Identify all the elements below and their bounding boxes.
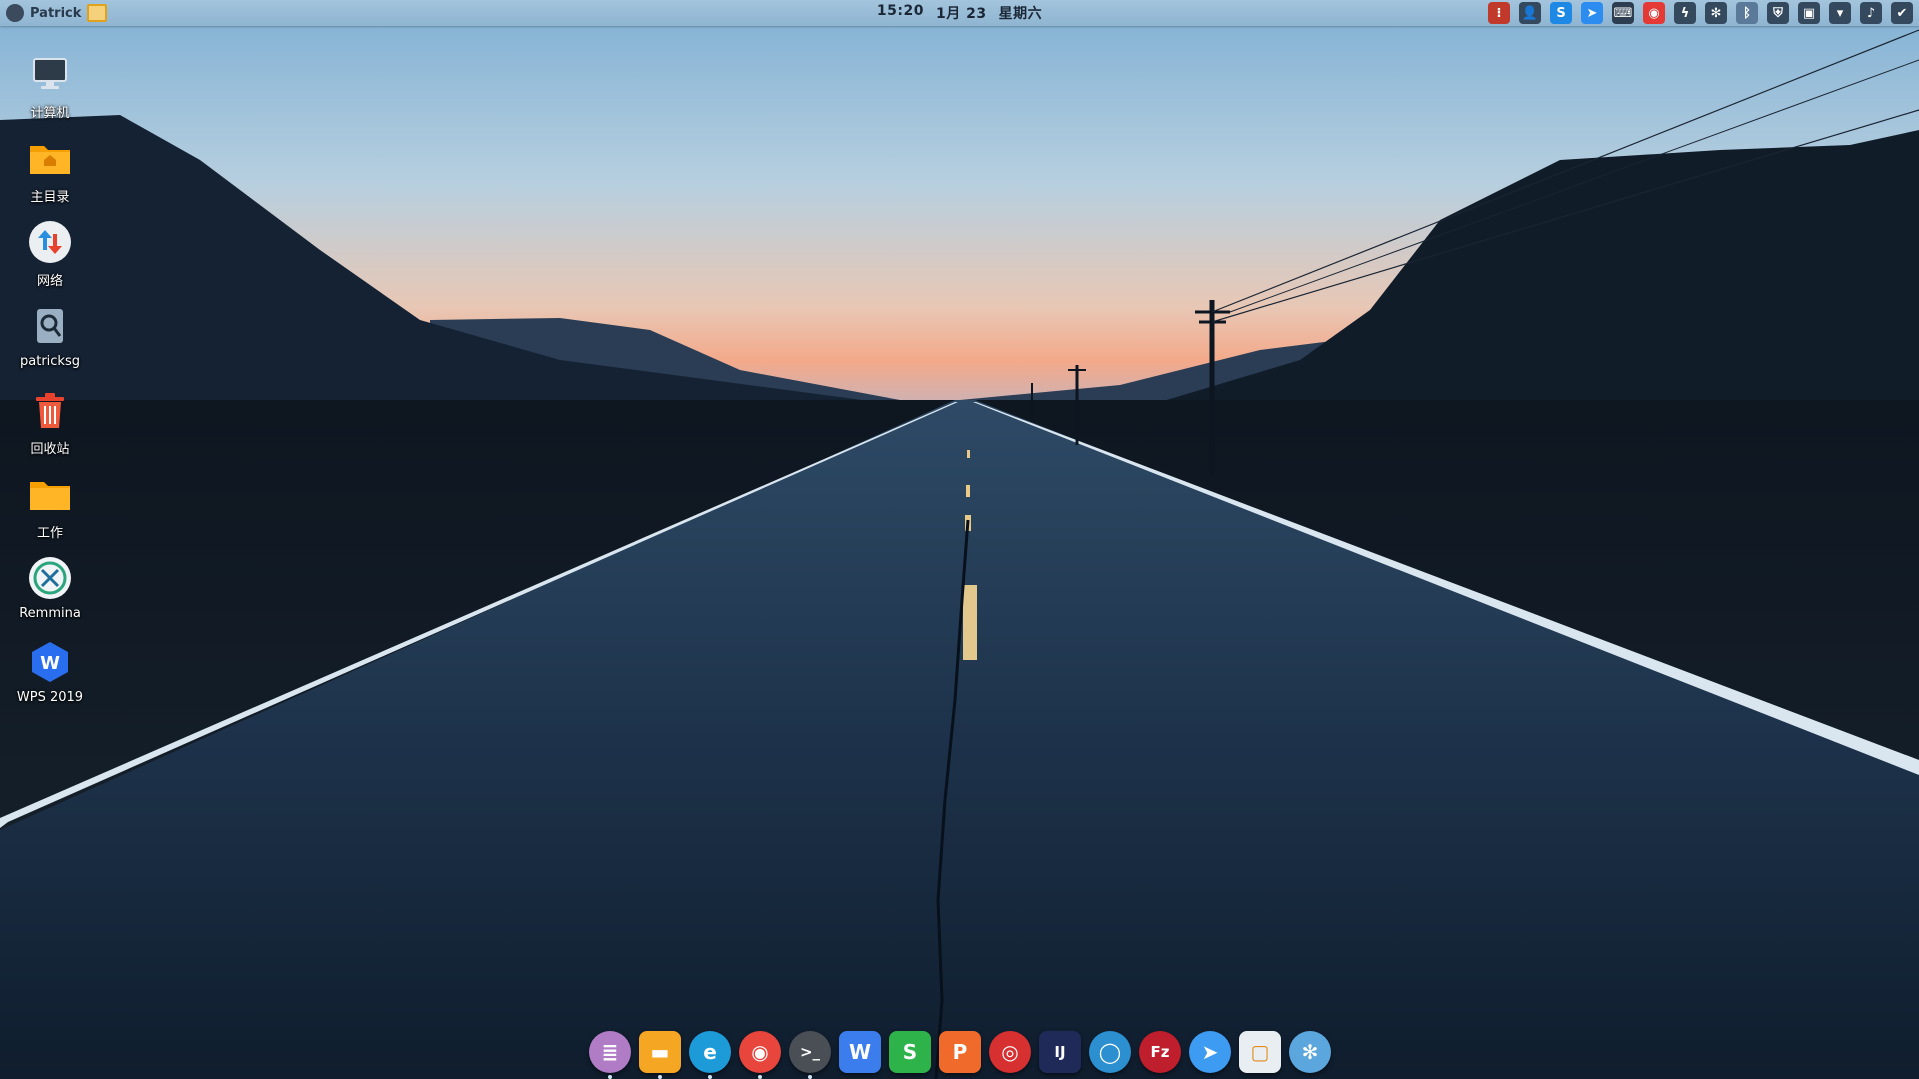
dock-wps-presentation-icon[interactable]: P	[939, 1031, 981, 1073]
desktop-icon-work-folder[interactable]: 工作	[8, 470, 92, 554]
running-indicator	[608, 1075, 612, 1079]
dock-filezilla-icon[interactable]: Fz	[1139, 1031, 1181, 1073]
desktop-icon-label: 工作	[36, 526, 63, 541]
desktop-icon-trash[interactable]: 回收站	[8, 386, 92, 470]
remmina-icon	[26, 554, 74, 602]
user-account-icon[interactable]: 👤	[1519, 2, 1541, 24]
dock-edge-dev-icon[interactable]: e	[689, 1031, 731, 1079]
desktop-icon-label: 主目录	[30, 190, 70, 205]
folder-icon	[26, 470, 74, 518]
bluetooth-icon[interactable]: ᛒ	[1736, 2, 1758, 24]
desktop-icon-home-folder[interactable]: 主目录	[8, 134, 92, 218]
dock-terminal-icon[interactable]: >_	[789, 1031, 831, 1079]
keyboard-layout-icon[interactable]: ⌨	[1612, 2, 1634, 24]
dock-feishu-icon[interactable]: ➤	[1189, 1031, 1231, 1073]
system-tray: ⁝ 👤 S ➤ ⌨ ◉ ϟ ✻ ᛒ ⛨ ▣ ▾ ♪ ✔	[1488, 0, 1913, 26]
desktop-icon-label: Remmina	[19, 606, 81, 621]
dock-wps-spreadsheet-icon[interactable]: S	[889, 1031, 931, 1073]
home-folder-icon	[26, 134, 74, 182]
app-menu-icon[interactable]	[6, 4, 24, 22]
running-indicator	[708, 1075, 712, 1079]
dock-pinwheel-icon[interactable]: ✻	[1289, 1031, 1331, 1073]
feishu-tray-icon[interactable]: ➤	[1581, 2, 1603, 24]
bolt-icon[interactable]: ϟ	[1674, 2, 1696, 24]
dock-wps-writer-icon[interactable]: W	[839, 1031, 881, 1073]
search-file-icon	[26, 302, 74, 350]
workspace-indicator-icon[interactable]	[87, 4, 108, 22]
desktop-icon-network[interactable]: 网络	[8, 218, 92, 302]
dock-intellij-idea-icon[interactable]: IJ	[1039, 1031, 1081, 1073]
dock: ≣ ▬ e ◉ >_ W S P ◎ IJ ◯ Fz ➤ ▢ ✻	[589, 1027, 1331, 1079]
dock-files-icon[interactable]: ▬	[639, 1031, 681, 1079]
desktop-icon-remmina[interactable]: Remmina	[8, 554, 92, 638]
skype-icon[interactable]: S	[1550, 2, 1572, 24]
dock-text-editor-icon[interactable]: ≣	[589, 1031, 631, 1079]
pinwheel-tray-icon[interactable]: ✻	[1705, 2, 1727, 24]
shield-icon[interactable]: ⛨	[1767, 2, 1789, 24]
clock-date: 1月 23	[935, 6, 987, 22]
desktop-icon-label: 计算机	[30, 106, 70, 121]
svg-text:W: W	[40, 653, 60, 674]
music-note-icon[interactable]: ♪	[1860, 2, 1882, 24]
clock-time: 15:20	[876, 3, 924, 19]
top-panel: Patrick 15:20 1月 23 星期六 ⁝ 👤 S ➤ ⌨ ◉ ϟ ✻ ᛒ ⛨ ▣ ▾ ♪ ✔	[0, 0, 1919, 26]
wifi-icon[interactable]: ▾	[1829, 2, 1851, 24]
clock[interactable]: 15:20 1月 23 星期六	[877, 3, 1042, 23]
running-indicator	[658, 1075, 662, 1079]
dock-color-app-icon[interactable]: ◯	[1089, 1031, 1131, 1073]
dock-netease-music-icon[interactable]: ◎	[989, 1031, 1031, 1073]
desktop-icon-wps-2019[interactable]: W WPS 2019	[8, 638, 92, 722]
running-indicator	[758, 1075, 762, 1079]
network-arrows-icon	[26, 218, 74, 266]
desktop-icon-column: 计算机主目录网络 patricksg 回收站工作 Remmina W WPS 2019	[8, 50, 92, 722]
dock-chrome-icon[interactable]: ◉	[739, 1031, 781, 1079]
dock-virtualbox-icon[interactable]: ▢	[1239, 1031, 1281, 1073]
user-name[interactable]: Patrick	[30, 6, 81, 21]
wps-icon: W	[26, 638, 74, 686]
desktop-icon-label: 回收站	[30, 442, 70, 457]
network-indicator-icon[interactable]: ⁝	[1488, 2, 1510, 24]
monitor-icon	[26, 50, 74, 98]
clock-weekday: 星期六	[998, 6, 1043, 22]
trash-icon	[26, 386, 74, 434]
check-icon[interactable]: ✔	[1891, 2, 1913, 24]
desktop[interactable]: Patrick 15:20 1月 23 星期六 ⁝ 👤 S ➤ ⌨ ◉ ϟ ✻ ᛒ ⛨ ▣ ▾ ♪ ✔ 计…	[0, 0, 1919, 1079]
desktop-icon-patricksg[interactable]: patricksg	[8, 302, 92, 386]
wallpaper-road-at-dusk	[0, 0, 1919, 1079]
desktop-icon-label: patricksg	[20, 354, 80, 369]
desktop-icon-label: WPS 2019	[16, 690, 84, 705]
desktop-icon-computer[interactable]: 计算机	[8, 50, 92, 134]
netease-music-tray-icon[interactable]: ◉	[1643, 2, 1665, 24]
running-indicator	[808, 1075, 812, 1079]
desktop-icon-label: 网络	[36, 274, 63, 289]
screenshot-icon[interactable]: ▣	[1798, 2, 1820, 24]
